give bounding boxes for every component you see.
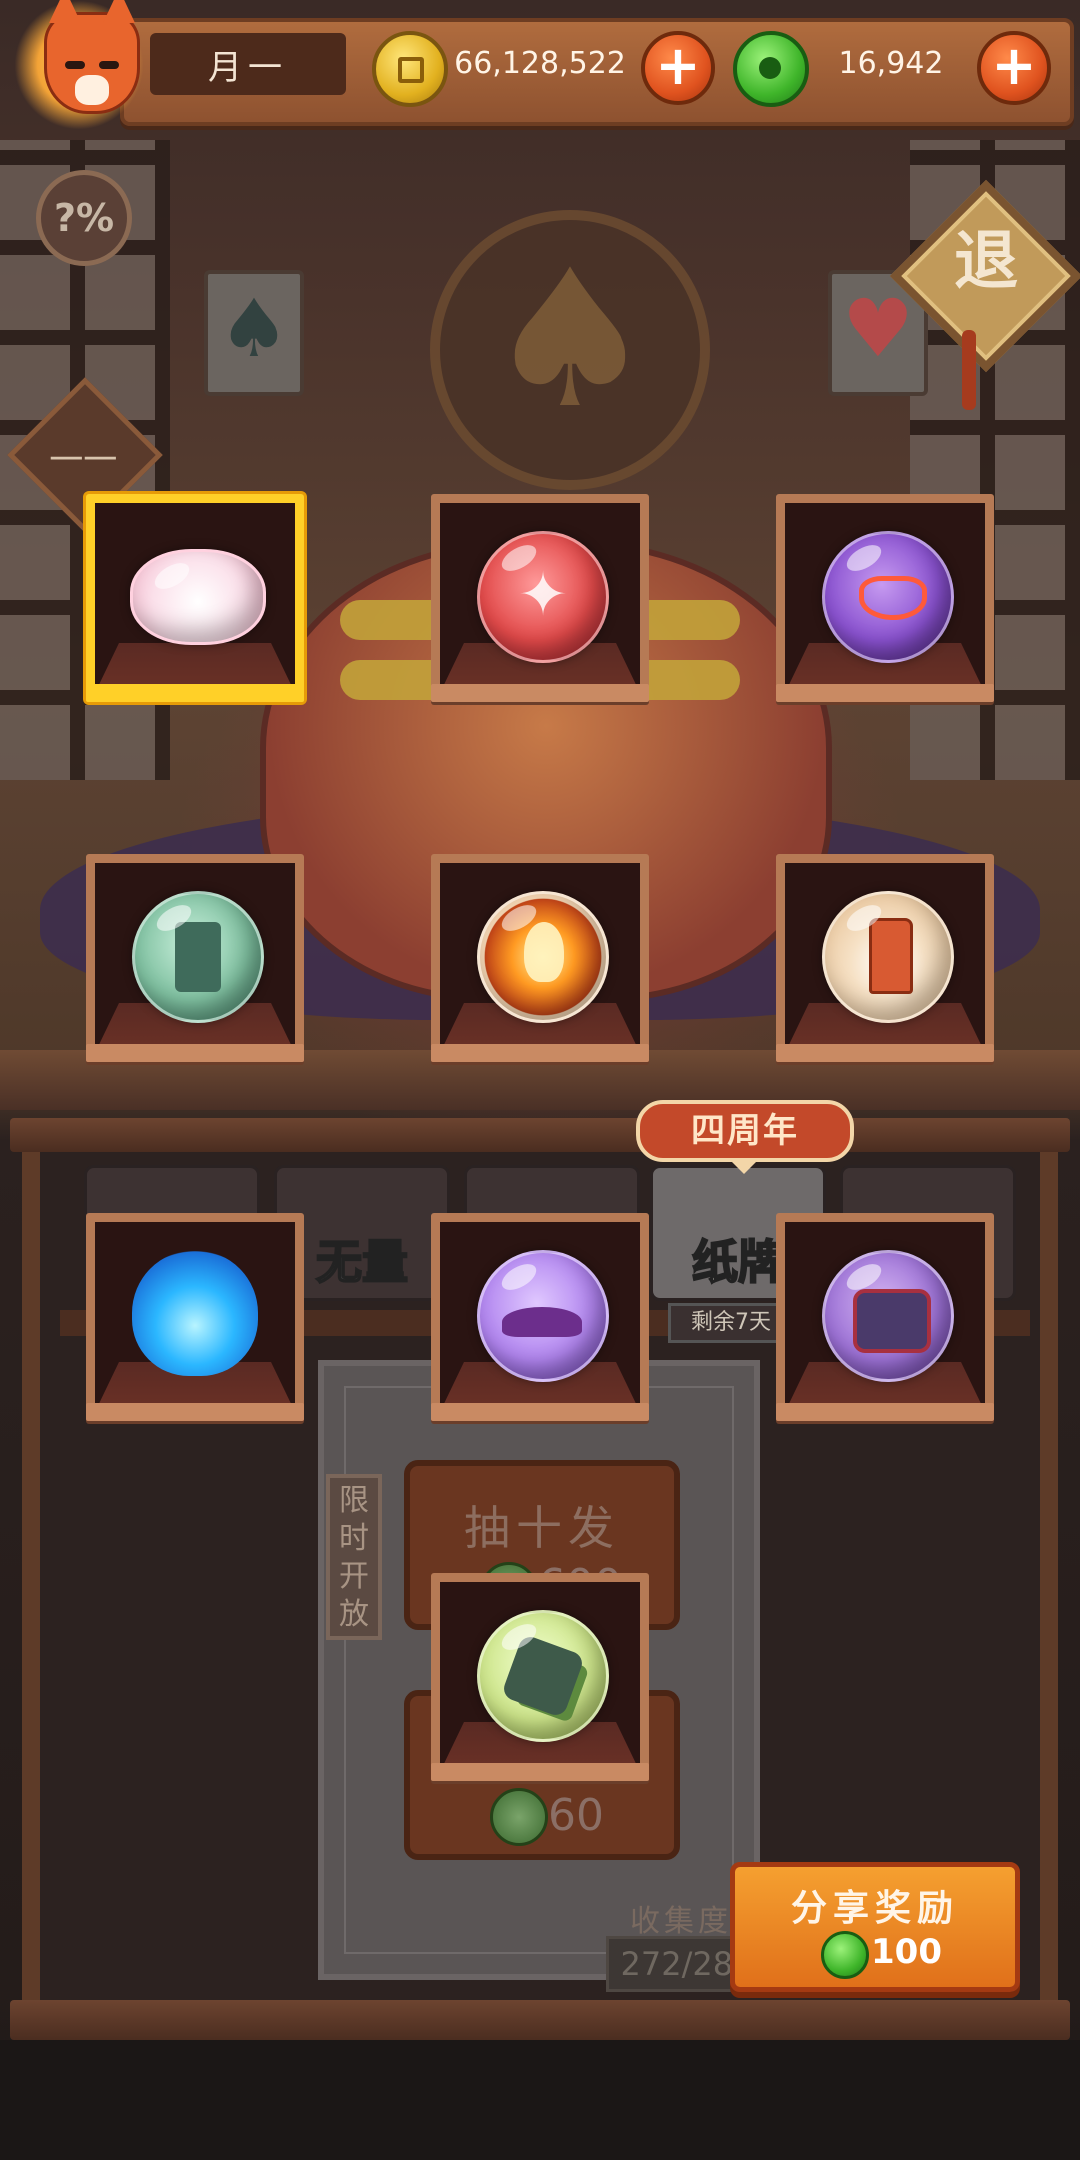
- tassel-ornament: [962, 330, 976, 410]
- purple-mask-orb-icon: [822, 531, 954, 664]
- limited-tag-char: 时: [339, 1521, 369, 1556]
- jade-totem-orb-icon: [132, 891, 264, 1024]
- blue-flame-icon: [132, 1250, 258, 1377]
- vine-rock-orb-icon: [477, 1610, 609, 1743]
- avatar[interactable]: [14, 0, 144, 130]
- share-reward-button[interactable]: 分享奖励 100: [730, 1862, 1020, 1992]
- anniversary-badge: 四周年: [636, 1100, 854, 1174]
- draw-one-cost: 60: [548, 1790, 604, 1841]
- slot-rail: [776, 1044, 994, 1062]
- spade-card-ornament: ♠: [204, 270, 304, 396]
- slot-rail: [431, 684, 649, 702]
- share-title: 分享奖励: [790, 1888, 959, 1929]
- fox-mask-icon: [44, 0, 140, 114]
- board-beam: [10, 2000, 1070, 2040]
- lantern-orb-icon: [822, 891, 954, 1024]
- limited-time-tag: 限时开放: [326, 1474, 382, 1640]
- player-name: 月一: [150, 33, 346, 95]
- red-wing-orb-icon: [477, 531, 609, 664]
- fox-muzzle: [75, 75, 109, 105]
- demon-helmet-orb-icon: [822, 1250, 954, 1383]
- item-slot[interactable]: [86, 854, 304, 1062]
- jade-coin-icon: [821, 1931, 869, 1979]
- item-slot[interactable]: [431, 854, 649, 1062]
- menu-diamond-label: 一一: [49, 440, 118, 481]
- spade-emblem: [430, 210, 710, 490]
- exit-label[interactable]: 退: [918, 222, 1054, 302]
- slot-rail: [776, 684, 994, 702]
- share-reward-amount: 100: [871, 1932, 942, 1972]
- limited-tag-char: 开: [339, 1559, 369, 1594]
- item-slot[interactable]: [431, 1573, 649, 1781]
- limited-tag-char: 放: [339, 1597, 369, 1632]
- slot-rail: [86, 1403, 304, 1421]
- collection-label: 收集度: [630, 1904, 732, 1939]
- slot-rail: [776, 1403, 994, 1421]
- fire-orb-icon: [477, 891, 609, 1024]
- gold-coin-icon: [372, 31, 448, 107]
- draw-ten-label: 抽十发: [464, 1501, 620, 1555]
- odds-button[interactable]: ?%: [36, 170, 132, 266]
- slot-rail: [431, 1403, 649, 1421]
- jade-coin-icon: [490, 1788, 548, 1846]
- fox-eye: [99, 61, 119, 69]
- jade-amount: 16,942: [838, 46, 944, 81]
- item-slot[interactable]: [776, 1213, 994, 1421]
- slot-rail: [86, 684, 304, 702]
- fox-eye: [65, 61, 85, 69]
- limited-tag-char: 限: [339, 1483, 369, 1518]
- slot-rail: [86, 1044, 304, 1062]
- add-gold-button[interactable]: +: [641, 31, 715, 105]
- purple-cloth-orb-icon: [477, 1250, 609, 1383]
- pink-cloud-icon: [130, 549, 266, 646]
- bottom-area: [0, 2040, 1080, 2160]
- slot-rail: [431, 1763, 649, 1781]
- board-beam: [10, 1118, 1070, 1152]
- slot-rail: [431, 1044, 649, 1062]
- jade-coin-icon: [733, 31, 809, 107]
- item-slot[interactable]: [86, 1213, 304, 1421]
- item-slot[interactable]: [776, 854, 994, 1062]
- item-slot[interactable]: [86, 494, 304, 702]
- item-slot[interactable]: [431, 494, 649, 702]
- item-slot[interactable]: [776, 494, 994, 702]
- gold-amount: 66,128,522: [454, 46, 626, 81]
- item-slot[interactable]: [431, 1213, 649, 1421]
- add-jade-button[interactable]: +: [977, 31, 1051, 105]
